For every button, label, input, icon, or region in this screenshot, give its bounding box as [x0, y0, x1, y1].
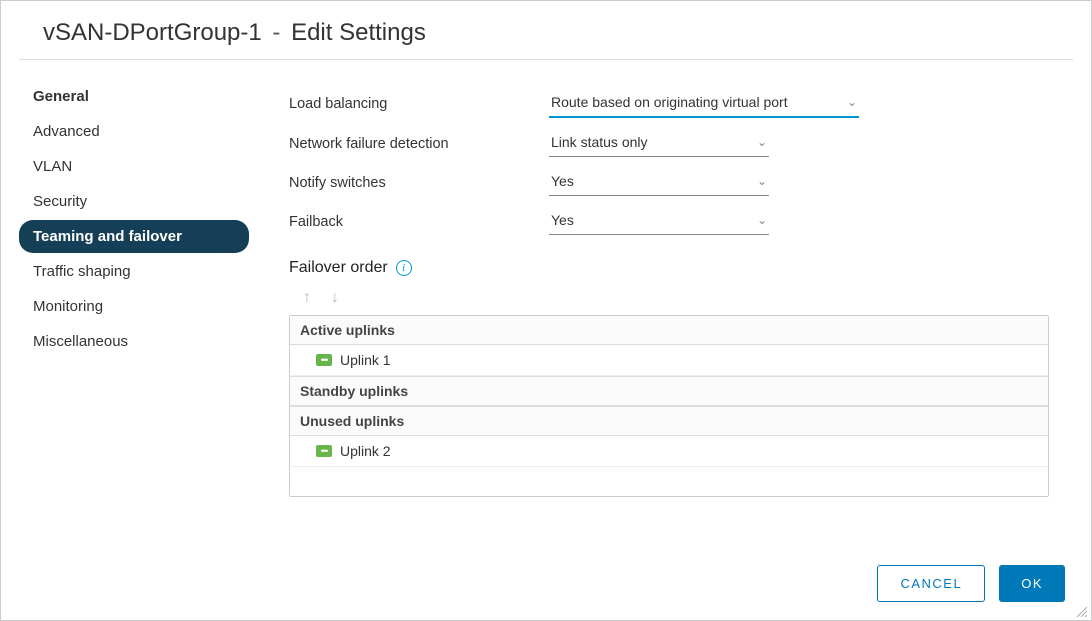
dropdown-value: Yes [551, 173, 574, 189]
dropdown-load-balancing[interactable]: Route based on originating virtual port … [549, 90, 859, 118]
sidebar-item-advanced[interactable]: Advanced [19, 115, 249, 148]
failover-order-label: Failover order [289, 259, 388, 277]
nic-icon [316, 354, 332, 366]
move-down-icon[interactable]: ↓ [331, 289, 339, 307]
failover-order-title: Failover order i [289, 259, 1049, 277]
uplink-name: Uplink 1 [340, 352, 391, 368]
sidebar-item-miscellaneous[interactable]: Miscellaneous [19, 325, 249, 358]
title-separator: - [272, 19, 280, 46]
nic-icon [316, 445, 332, 457]
group-standby-uplinks: Standby uplinks [290, 376, 1048, 406]
dropdown-value: Route based on originating virtual port [551, 94, 788, 110]
content-panel: Load balancing Route based on originatin… [249, 72, 1073, 497]
chevron-down-icon: ⌄ [757, 135, 767, 149]
group-active-uplinks: Active uplinks [290, 316, 1048, 345]
title-action: Edit Settings [291, 19, 426, 46]
ok-button[interactable]: OK [999, 565, 1065, 602]
sidebar-item-teaming-failover[interactable]: Teaming and failover [19, 220, 249, 253]
uplink-row[interactable]: Uplink 1 [290, 345, 1048, 376]
sidebar-item-general[interactable]: General [19, 80, 249, 113]
label-failback: Failback [289, 214, 549, 230]
dialog-body: General Advanced VLAN Security Teaming a… [1, 60, 1091, 497]
sidebar-item-monitoring[interactable]: Monitoring [19, 290, 249, 323]
dialog-footer: CANCEL OK [877, 565, 1065, 602]
uplink-name: Uplink 2 [340, 443, 391, 459]
chevron-down-icon: ⌄ [847, 95, 857, 109]
chevron-down-icon: ⌄ [757, 213, 767, 227]
uplink-row[interactable]: Uplink 2 [290, 436, 1048, 467]
title-object-name: vSAN-DPortGroup-1 [43, 19, 262, 46]
info-icon[interactable]: i [396, 260, 412, 276]
edit-settings-dialog: vSAN-DPortGroup-1 - Edit Settings Genera… [0, 0, 1092, 621]
dropdown-failback[interactable]: Yes ⌄ [549, 208, 769, 235]
label-failure-detection: Network failure detection [289, 136, 549, 152]
dialog-title: vSAN-DPortGroup-1 - Edit Settings [19, 1, 1073, 60]
dropdown-value: Link status only [551, 134, 648, 150]
label-load-balancing: Load balancing [289, 96, 549, 112]
failover-order-list[interactable]: Active uplinks Uplink 1 Standby uplinks … [289, 315, 1049, 497]
dropdown-value: Yes [551, 212, 574, 228]
group-unused-uplinks: Unused uplinks [290, 406, 1048, 436]
reorder-controls: ↑ ↓ [289, 285, 1049, 315]
sidebar-item-traffic-shaping[interactable]: Traffic shaping [19, 255, 249, 288]
dropdown-notify-switches[interactable]: Yes ⌄ [549, 169, 769, 196]
sidebar-item-vlan[interactable]: VLAN [19, 150, 249, 183]
move-up-icon[interactable]: ↑ [303, 289, 311, 307]
cancel-button[interactable]: CANCEL [877, 565, 985, 602]
chevron-down-icon: ⌄ [757, 174, 767, 188]
sidebar-item-security[interactable]: Security [19, 185, 249, 218]
dropdown-failure-detection[interactable]: Link status only ⌄ [549, 130, 769, 157]
label-notify-switches: Notify switches [289, 175, 549, 191]
resize-handle-icon[interactable] [1075, 604, 1089, 618]
sidebar: General Advanced VLAN Security Teaming a… [19, 72, 249, 497]
